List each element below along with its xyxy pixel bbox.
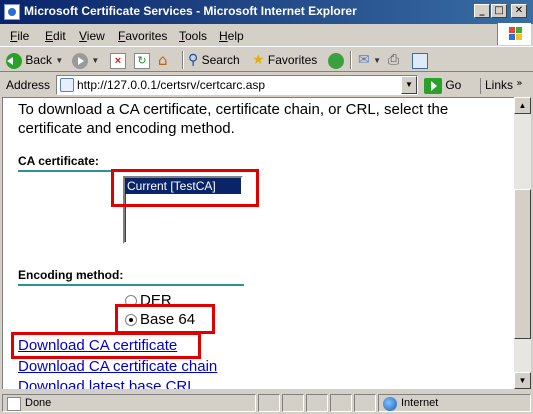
intro-text: To download a CA certificate, certificat… [18, 101, 449, 137]
window-title: Microsoft Certificate Services - Microso… [24, 4, 357, 18]
address-url[interactable]: http://127.0.0.1/certsrv/certcarc.asp [77, 78, 265, 92]
radio-base64[interactable] [125, 314, 137, 327]
section-divider [18, 284, 244, 286]
zone-text: Internet [401, 397, 439, 409]
back-arrow-icon [6, 52, 22, 69]
back-dropdown-icon[interactable]: ▼ [55, 56, 63, 65]
edit-page-icon [412, 52, 428, 69]
menu-view[interactable]: View [79, 29, 105, 43]
forward-button[interactable]: ▼ [72, 51, 99, 69]
der-label: DER [140, 292, 172, 309]
address-dropdown-icon[interactable]: ▼ [401, 76, 417, 94]
edit-button[interactable] [412, 51, 428, 69]
status-pane [354, 394, 376, 412]
history-icon [328, 52, 344, 69]
close-button[interactable]: ✕ [511, 4, 527, 18]
menu-file[interactable]: File [10, 29, 29, 43]
scroll-down-icon[interactable]: ▼ [514, 372, 531, 389]
status-pane [282, 394, 304, 412]
history-button[interactable] [328, 51, 344, 69]
menu-edit[interactable]: Edit [45, 29, 66, 43]
go-button[interactable]: Go [424, 76, 461, 94]
menu-help[interactable]: Help [219, 29, 244, 43]
ca-certificate-option[interactable]: Current [TestCA] [125, 178, 241, 194]
chevron-right-icon: » [516, 78, 523, 89]
search-icon: ⚲ [188, 52, 199, 68]
search-label: Search [201, 53, 240, 67]
back-label: Back [25, 53, 53, 67]
status-pane [306, 394, 328, 412]
mail-dropdown-icon[interactable]: ▼ [373, 56, 381, 65]
download-crl-link[interactable]: Download latest base CRL [18, 378, 196, 389]
toolbar-separator [182, 51, 184, 69]
section-divider [18, 170, 244, 172]
ca-certificate-listbox[interactable]: Current [TestCA] [123, 176, 243, 244]
favorites-button[interactable]: ★ Favorites [252, 51, 317, 69]
links-label: Links [485, 78, 514, 92]
windows-logo-icon [497, 23, 531, 45]
status-text: Done [25, 397, 52, 409]
star-icon: ★ [252, 52, 265, 68]
encoding-heading: Encoding method: [18, 268, 124, 282]
vertical-scrollbar[interactable]: ▲ ▼ [514, 97, 531, 389]
home-button[interactable]: ⌂ [158, 51, 168, 69]
print-button[interactable]: ⎙ [388, 51, 399, 69]
stop-icon: × [110, 52, 126, 69]
globe-icon [383, 397, 397, 411]
download-ca-chain-link[interactable]: Download CA certificate chain [18, 358, 217, 375]
mail-button[interactable]: ✉ ▼ [358, 51, 381, 69]
print-icon: ⎙ [388, 52, 400, 68]
maximize-button[interactable]: □ [491, 4, 507, 18]
encoding-option-der[interactable]: DER [125, 292, 172, 310]
favorites-label: Favorites [267, 53, 318, 67]
status-text-pane: Done [2, 394, 256, 412]
go-label: Go [445, 78, 462, 92]
address-label: Address [6, 78, 51, 92]
menu-favorites[interactable]: Favorites [118, 29, 167, 43]
radio-der[interactable] [125, 295, 137, 308]
back-button[interactable]: Back ▼ [6, 51, 63, 69]
status-pane [330, 394, 352, 412]
toolbar: Back ▼ ▼ × ↻ ⌂ ⚲ Search ★ Favorites ✉ ▼ … [0, 48, 533, 72]
page-done-icon [7, 397, 21, 411]
forward-dropdown-icon[interactable]: ▼ [91, 56, 99, 65]
refresh-icon: ↻ [134, 52, 150, 69]
encoding-option-base64[interactable]: Base 64 [125, 311, 195, 329]
security-zone-pane: Internet [378, 394, 531, 412]
page-content: To download a CA certificate, certificat… [2, 97, 514, 389]
title-bar: Microsoft Certificate Services - Microso… [0, 0, 533, 24]
links-button[interactable]: Links » [480, 78, 522, 94]
minimize-button[interactable]: _ [474, 4, 490, 18]
toolbar-separator [350, 51, 352, 69]
refresh-button[interactable]: ↻ [134, 51, 150, 69]
forward-arrow-icon [72, 52, 88, 69]
ie-icon [4, 4, 20, 20]
ca-certificate-heading: CA certificate: [18, 154, 99, 168]
address-bar: Address http://127.0.0.1/certsrv/certcar… [0, 73, 533, 97]
stop-button[interactable]: × [110, 51, 126, 69]
go-arrow-icon [424, 77, 442, 94]
menu-tools[interactable]: Tools [179, 29, 207, 43]
page-icon [60, 78, 74, 92]
scroll-up-icon[interactable]: ▲ [514, 97, 531, 114]
base64-label: Base 64 [140, 311, 196, 328]
address-input[interactable]: http://127.0.0.1/certsrv/certcarc.asp ▼ [56, 75, 418, 95]
mail-icon: ✉ [358, 52, 370, 68]
download-ca-certificate-link[interactable]: Download CA certificate [18, 337, 177, 354]
status-bar: Done Internet [0, 392, 533, 414]
scroll-thumb[interactable] [514, 189, 531, 339]
search-button[interactable]: ⚲ Search [188, 51, 240, 69]
status-pane [258, 394, 280, 412]
home-icon: ⌂ [158, 51, 168, 69]
menu-bar: File Edit View Favorites Tools Help [0, 25, 533, 47]
